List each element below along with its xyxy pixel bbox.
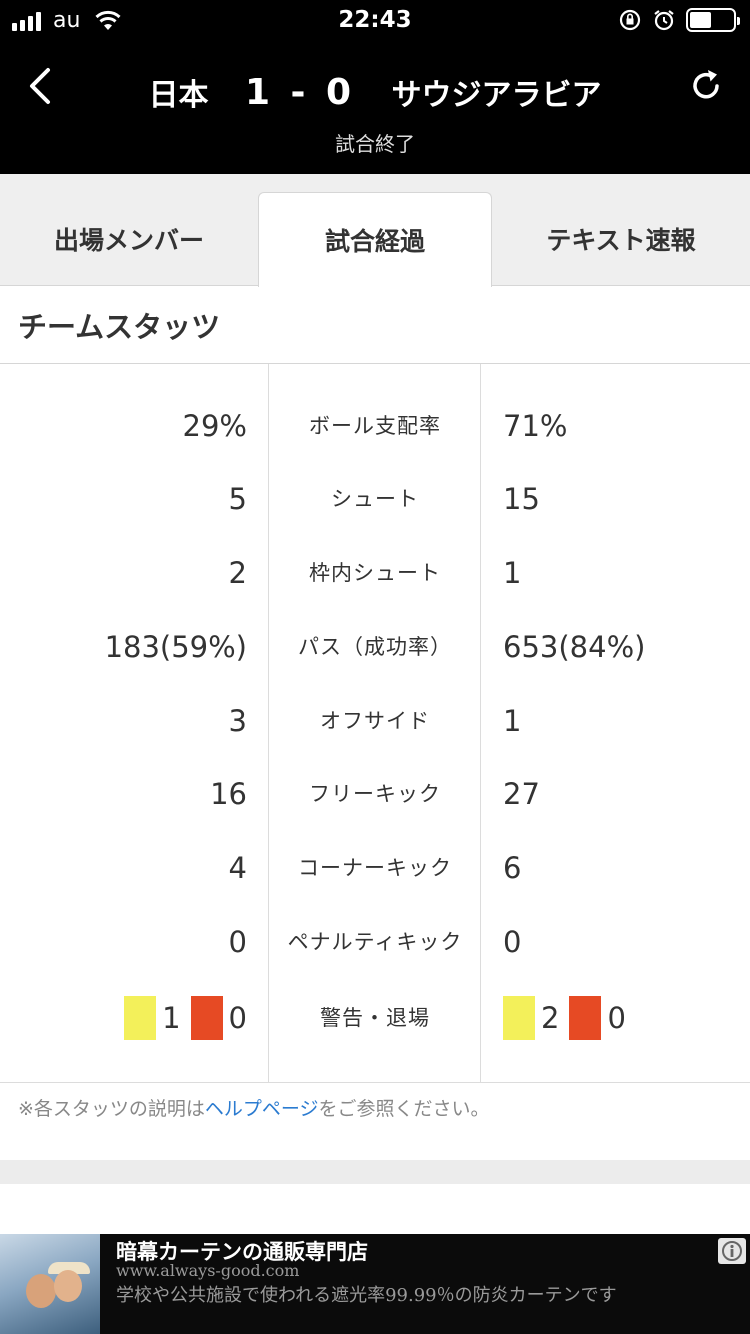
match-header: 日本 1 - 0 サウジアラビア 試合終了 (0, 44, 750, 174)
status-bar: au 22:43 (0, 0, 750, 44)
yellow-card-icon (124, 996, 157, 1040)
stat-label: コーナーキック (298, 856, 452, 880)
divider (0, 1082, 750, 1083)
home-team: 日本 (148, 78, 209, 113)
tab-lineup[interactable]: 出場メンバー (0, 192, 258, 286)
stat-away-value: 6 (503, 851, 522, 885)
stat-away-value: 653(84%) (503, 630, 646, 664)
ad-image-person (54, 1270, 82, 1302)
stat-away-value: 71% (503, 409, 568, 443)
stat-row-penalty-kicks: 0 ペナルティキック 0 (0, 912, 750, 972)
stat-home-value: 4 (228, 851, 247, 885)
battery-icon (686, 8, 740, 32)
match-status: 試合終了 (335, 132, 415, 156)
stat-row-offside: 3 オフサイド 1 (0, 691, 750, 751)
ad-image[interactable] (0, 1234, 100, 1334)
tab-text-live[interactable]: テキスト速報 (492, 192, 750, 286)
info-icon[interactable] (718, 1238, 746, 1264)
stat-row-cards: 1 0 警告・退場 2 0 (0, 988, 750, 1048)
stat-label: オフサイド (320, 709, 430, 733)
stat-label: ボール支配率 (309, 414, 441, 438)
stat-home-value: 3 (228, 704, 247, 738)
stat-away-value: 1 (503, 556, 522, 590)
stat-away-value: 1 (503, 704, 522, 738)
home-cards: 1 0 (0, 988, 247, 1048)
away-cards: 2 0 (503, 988, 743, 1048)
home-yellow-count: 1 (162, 1001, 181, 1035)
section-title: チームスタッツ (0, 286, 750, 364)
away-team: サウジアラビア (391, 78, 602, 113)
stat-row-possession: 29% ボール支配率 71% (0, 396, 750, 456)
yellow-card-icon (503, 996, 535, 1040)
stat-row-shots: 5 シュート 15 (0, 469, 750, 529)
red-card-icon (569, 996, 602, 1040)
help-page-link[interactable]: ヘルプページ (205, 1098, 319, 1120)
away-yellow-count: 2 (541, 1001, 560, 1035)
stat-label: シュート (331, 487, 419, 511)
red-card-icon (190, 996, 223, 1040)
ad-banner[interactable]: 暗幕カーテンの通販専門店 www.always-good.com 学校や公共施設… (0, 1234, 750, 1334)
away-red-count: 0 (607, 1001, 626, 1035)
orientation-lock-icon (619, 9, 641, 31)
help-note: ※各スタッツの説明はヘルプページをご参照ください。 (18, 1094, 490, 1121)
stat-label: 警告・退場 (320, 1006, 430, 1030)
help-note-suffix: をご参照ください。 (318, 1098, 490, 1120)
ad-image-person (26, 1274, 56, 1308)
help-note-prefix: ※各スタッツの説明は (18, 1098, 205, 1120)
stat-home-value: 16 (210, 777, 247, 811)
team-stats-table: 29% ボール支配率 71% 5 シュート 15 2 枠内シュート 1 183(… (0, 364, 750, 1082)
match-score: 1 - 0 (244, 71, 356, 113)
stat-label: 枠内シュート (309, 561, 441, 585)
stat-home-value: 29% (182, 409, 247, 443)
stat-row-passes: 183(59%) パス（成功率） 653(84%) (0, 617, 750, 677)
ad-description[interactable]: 学校や公共施設で使われる遮光率99.99％の防炎カーテンです (116, 1281, 617, 1307)
tab-match-progress[interactable]: 試合経過 (258, 192, 492, 287)
stat-home-value: 0 (228, 925, 247, 959)
battery-fill (690, 12, 711, 28)
stat-label: フリーキック (309, 782, 441, 806)
stat-home-value: 2 (228, 556, 247, 590)
stat-label: ペナルティキック (287, 930, 463, 954)
refresh-icon[interactable] (686, 66, 726, 106)
stat-away-value: 15 (503, 482, 540, 516)
stat-away-value: 0 (503, 925, 522, 959)
tab-bar: 出場メンバー 試合経過 テキスト速報 (0, 174, 750, 287)
stat-home-value: 183(59%) (104, 630, 247, 664)
home-red-count: 0 (228, 1001, 247, 1035)
stat-row-shots-on-target: 2 枠内シュート 1 (0, 543, 750, 603)
stat-row-free-kicks: 16 フリーキック 27 (0, 764, 750, 824)
stat-row-corner-kicks: 4 コーナーキック 6 (0, 838, 750, 898)
stat-home-value: 5 (228, 482, 247, 516)
status-right (618, 8, 740, 32)
score-line: 日本 1 - 0 サウジアラビア (0, 70, 750, 114)
ad-url[interactable]: www.always-good.com (116, 1261, 299, 1280)
stat-label: パス（成功率） (298, 635, 452, 659)
section-separator (0, 1160, 750, 1184)
stat-away-value: 27 (503, 777, 540, 811)
alarm-icon (654, 10, 674, 31)
